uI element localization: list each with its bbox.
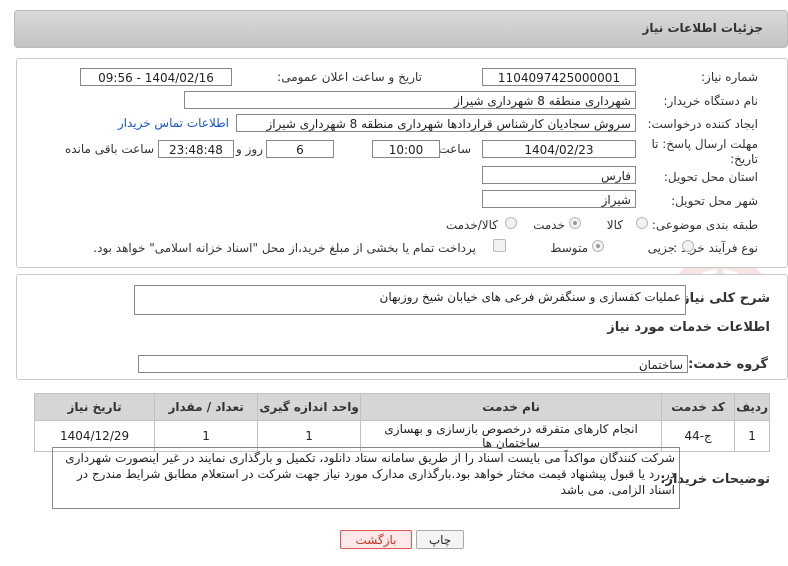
process-option-minor: جزیی bbox=[647, 241, 675, 255]
col-quantity: تعداد / مقدار bbox=[154, 393, 259, 421]
summary-field[interactable]: عملیات کفسازی و سنگفرش فرعی های خیابان ش… bbox=[134, 285, 686, 315]
category-label: طبقه بندی موضوعی: bbox=[651, 218, 758, 232]
remaining-days-label: روز و bbox=[236, 142, 263, 156]
city-field[interactable]: شیراز bbox=[482, 190, 636, 208]
buyer-contact-link[interactable]: اطلاعات تماس خریدار bbox=[118, 116, 229, 130]
deadline-label: مهلت ارسال پاسخ: تا bbox=[651, 137, 758, 151]
need-number-label: شماره نیاز: bbox=[701, 70, 758, 84]
category-option-service: خدمت bbox=[533, 218, 565, 232]
treasury-payment-checkbox[interactable] bbox=[493, 239, 506, 252]
process-radio-medium[interactable] bbox=[592, 240, 604, 252]
services-section-title: اطلاعات خدمات مورد نیاز bbox=[607, 320, 770, 335]
service-group-field[interactable]: ساختمان bbox=[138, 355, 688, 373]
buyer-notes-field[interactable]: شرکت کنندگان مواکداً می بایست اسناد را ا… bbox=[52, 447, 680, 509]
deadline-time-field[interactable]: 10:00 bbox=[372, 140, 440, 158]
category-radio-goods-service[interactable] bbox=[505, 217, 517, 229]
category-radio-service[interactable] bbox=[569, 217, 581, 229]
treasury-payment-note: پرداخت تمام یا بخشی از مبلغ خرید،از محل … bbox=[93, 241, 476, 255]
page-title: جزئیات اطلاعات نیاز bbox=[642, 21, 763, 35]
category-radio-goods[interactable] bbox=[636, 217, 648, 229]
print-button[interactable]: چاپ bbox=[416, 530, 464, 549]
summary-label: شرح کلی نیاز: bbox=[676, 291, 770, 306]
deadline-date-label: تاریخ: bbox=[730, 152, 758, 166]
process-radio-minor[interactable] bbox=[682, 240, 694, 252]
creator-field[interactable]: سروش سجادیان کارشناس قراردادها شهرداری م… bbox=[236, 114, 636, 132]
remaining-time-field[interactable]: 23:48:48 bbox=[158, 140, 234, 158]
need-number-field[interactable]: 1104097425000001 bbox=[482, 68, 636, 86]
category-option-goods-service: کالا/خدمت bbox=[445, 218, 498, 232]
buyer-label: نام دستگاه خریدار: bbox=[663, 94, 759, 108]
deadline-date-field[interactable]: 1404/02/23 bbox=[482, 140, 636, 158]
col-service-code: کد خدمت bbox=[661, 393, 736, 421]
city-label: شهر محل تحویل: bbox=[671, 194, 758, 208]
need-details-panel bbox=[16, 58, 788, 268]
province-label: استان محل تحویل: bbox=[663, 170, 758, 184]
services-table: ردیف کد خدمت نام خدمت واحد اندازه گیری ت… bbox=[33, 393, 770, 452]
cell-row-number: 1 bbox=[734, 420, 770, 452]
announce-datetime-field[interactable]: 1404/02/16 - 09:56 bbox=[80, 68, 232, 86]
process-option-medium: متوسط bbox=[550, 241, 588, 255]
remaining-time-label: ساعت باقی مانده bbox=[64, 142, 154, 156]
province-field[interactable]: فارس bbox=[482, 166, 636, 184]
category-option-goods: کالا bbox=[606, 218, 623, 232]
col-need-date: تاریخ نیاز bbox=[33, 393, 156, 421]
deadline-time-label: ساعت bbox=[438, 142, 471, 156]
service-group-label: گروه خدمت: bbox=[688, 357, 768, 372]
col-unit: واحد اندازه گیری bbox=[257, 393, 362, 421]
table-header-row: ردیف کد خدمت نام خدمت واحد اندازه گیری ت… bbox=[33, 393, 770, 421]
page-header: جزئیات اطلاعات نیاز bbox=[14, 10, 788, 48]
col-service-name: نام خدمت bbox=[360, 393, 663, 421]
col-row-number: ردیف bbox=[734, 393, 770, 421]
creator-label: ایجاد کننده درخواست: bbox=[647, 117, 758, 131]
buyer-field[interactable]: شهرداری منطقه 8 شهرداری شیراز bbox=[184, 91, 636, 109]
remaining-days-field[interactable]: 6 bbox=[266, 140, 334, 158]
announce-datetime-label: تاریخ و ساعت اعلان عمومی: bbox=[277, 70, 422, 84]
back-button[interactable]: بازگشت bbox=[340, 530, 412, 549]
